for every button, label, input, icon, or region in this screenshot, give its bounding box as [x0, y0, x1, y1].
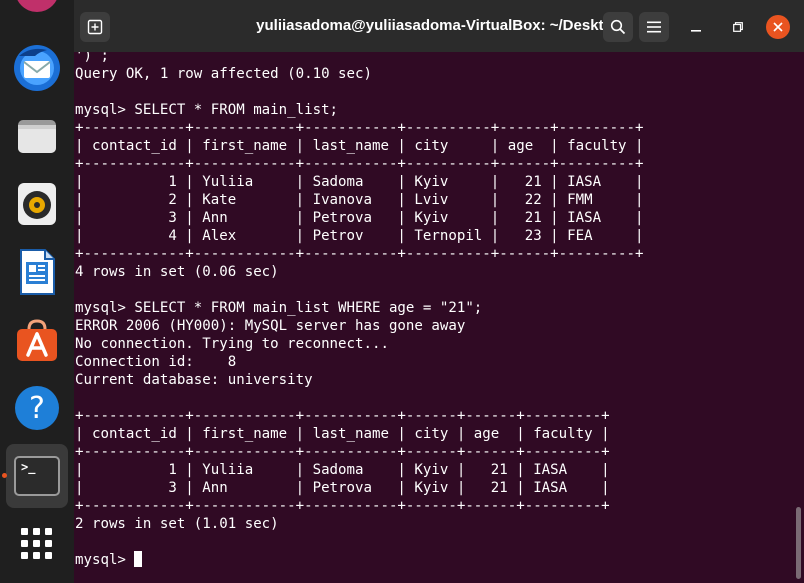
terminal-line: +------------+------------+-----------+-… [75, 407, 644, 425]
terminal-line: mysql> [75, 551, 644, 569]
terminal-line-text: 2 rows in set (1.01 sec) [75, 516, 279, 532]
menu-button[interactable] [639, 12, 669, 42]
terminal-line-text: | 3 | Ann | Petrova | Kyiv | 21 | IASA | [75, 210, 644, 226]
terminal-line: ERROR 2006 (HY000): MySQL server has gon… [75, 317, 644, 335]
terminal-line-text: No connection. Trying to reconnect... [75, 336, 389, 352]
partial-app-icon[interactable] [0, 0, 74, 22]
libreoffice-writer-icon[interactable] [0, 240, 74, 304]
terminal-line-text: | contact_id | first_name | last_name | … [75, 138, 644, 154]
terminal-line: ') ; [75, 52, 644, 65]
terminal-line-text: | 4 | Alex | Petrov | Ternopil | 23 | FE… [75, 228, 644, 244]
terminal-line-text: +------------+------------+-----------+-… [75, 498, 610, 514]
terminal-line: +------------+------------+-----------+-… [75, 443, 644, 461]
thunderbird-icon[interactable] [0, 36, 74, 100]
terminal-line-text: +------------+------------+-----------+-… [75, 156, 644, 172]
hamburger-icon [647, 21, 661, 33]
maximize-button[interactable] [726, 15, 750, 39]
close-icon [773, 22, 783, 32]
terminal-line-text: Connection id: 8 [75, 354, 237, 370]
minimize-button[interactable] [684, 15, 708, 39]
terminal-line-text: | 2 | Kate | Ivanova | Lviv | 22 | FMM | [75, 192, 644, 208]
terminal-line: mysql> SELECT * FROM main_list; [75, 101, 644, 119]
terminal-line: | 3 | Ann | Petrova | Kyiv | 21 | IASA | [75, 479, 644, 497]
terminal-line-text: +------------+------------+-----------+-… [75, 246, 644, 262]
terminal-line-text: | 1 | Yuliia | Sadoma | Kyiv | 21 | IASA… [75, 174, 644, 190]
terminal-line: Connection id: 8 [75, 353, 644, 371]
terminal-line: mysql> SELECT * FROM main_list WHERE age… [75, 299, 644, 317]
terminal-line-text: +------------+------------+-----------+-… [75, 408, 610, 424]
close-button[interactable] [766, 15, 790, 39]
terminal-line: Current database: university [75, 371, 644, 389]
terminal-line-text: ') ; [75, 52, 109, 64]
terminal-line: +------------+------------+-----------+-… [75, 119, 644, 137]
terminal-window: yuliiasadoma@yuliiasadoma-VirtualBox: ~/… [74, 0, 804, 583]
terminal-line-text: ERROR 2006 (HY000): MySQL server has gon… [75, 318, 466, 334]
files-icon[interactable] [0, 104, 74, 168]
terminal-line-text: +------------+------------+-----------+-… [75, 120, 644, 136]
terminal-line: Query OK, 1 row affected (0.10 sec) [75, 65, 644, 83]
terminal-line-text: mysql> SELECT * FROM main_list; [75, 102, 339, 118]
terminal-line: | contact_id | first_name | last_name | … [75, 425, 644, 443]
new-tab-button[interactable] [80, 12, 110, 42]
terminal-line-text: Current database: university [75, 372, 313, 388]
terminal-line: +------------+------------+-----------+-… [75, 245, 644, 263]
terminal-line-text: mysql> [75, 552, 135, 568]
terminal-line: | 2 | Kate | Ivanova | Lviv | 22 | FMM | [75, 191, 644, 209]
terminal-line: | 3 | Ann | Petrova | Kyiv | 21 | IASA | [75, 209, 644, 227]
search-button[interactable] [603, 12, 633, 42]
svg-text:?: ? [29, 391, 45, 426]
terminal-line-text: Query OK, 1 row affected (0.10 sec) [75, 66, 372, 82]
restore-icon [733, 22, 743, 32]
scrollbar[interactable] [796, 507, 801, 579]
new-tab-icon [87, 19, 103, 35]
terminal-line: No connection. Trying to reconnect... [75, 335, 644, 353]
terminal-line: | contact_id | first_name | last_name | … [75, 137, 644, 155]
terminal-line: 4 rows in set (0.06 sec) [75, 263, 644, 281]
terminal-line-text: | 1 | Yuliia | Sadoma | Kyiv | 21 | IASA… [75, 462, 610, 478]
terminal-line-text: | 3 | Ann | Petrova | Kyiv | 21 | IASA | [75, 480, 610, 496]
text-cursor [134, 551, 143, 567]
terminal-output[interactable]: ') ; Query OK, 1 row affected (0.10 sec) m… [74, 52, 804, 583]
title-bar[interactable]: yuliiasadoma@yuliiasadoma-VirtualBox: ~/… [74, 0, 804, 52]
rhythmbox-icon[interactable] [0, 172, 74, 236]
terminal-line-text: mysql> SELECT * FROM main_list WHERE age… [75, 300, 483, 316]
dock: ? >_ [0, 0, 74, 583]
show-apps-icon[interactable] [0, 512, 74, 576]
terminal-line: | 1 | Yuliia | Sadoma | Kyiv | 21 | IASA… [75, 173, 644, 191]
software-center-icon[interactable] [0, 308, 74, 372]
terminal-line: | 4 | Alex | Petrov | Ternopil | 23 | FE… [75, 227, 644, 245]
help-icon[interactable]: ? [0, 376, 74, 440]
terminal-line: +------------+------------+-----------+-… [75, 155, 644, 173]
terminal-line: +------------+------------+-----------+-… [75, 497, 644, 515]
terminal-line: | 1 | Yuliia | Sadoma | Kyiv | 21 | IASA… [75, 461, 644, 479]
terminal-line-text: 4 rows in set (0.06 sec) [75, 264, 279, 280]
terminal-lines: ') ; Query OK, 1 row affected (0.10 sec) m… [75, 52, 644, 569]
terminal-icon[interactable]: >_ [0, 444, 74, 508]
terminal-line-text: | contact_id | first_name | last_name | … [75, 426, 610, 442]
minimize-icon [691, 30, 701, 32]
terminal-line: 2 rows in set (1.01 sec) [75, 515, 644, 533]
terminal-glyph: >_ [21, 460, 36, 474]
search-icon [610, 19, 626, 35]
terminal-line-text: +------------+------------+-----------+-… [75, 444, 610, 460]
